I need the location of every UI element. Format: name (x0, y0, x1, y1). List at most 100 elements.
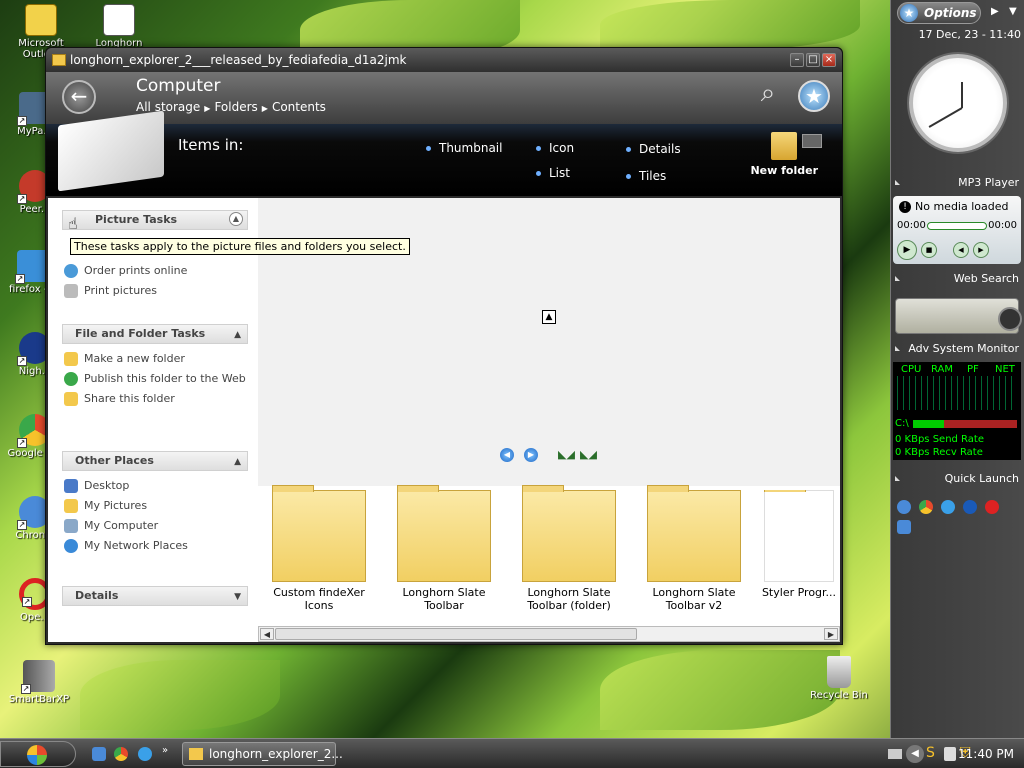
task-order-prints[interactable]: Order prints online (62, 264, 248, 278)
place-my-pictures[interactable]: My Pictures (62, 499, 248, 513)
task-print-pictures[interactable]: Print pictures (62, 284, 248, 298)
publish-web-icon (64, 372, 78, 386)
mp3-seek-bar[interactable] (927, 222, 987, 230)
close-button[interactable]: × (822, 53, 836, 67)
back-button[interactable]: ← (62, 80, 96, 114)
more-icon[interactable]: » (162, 745, 168, 756)
breadcrumb-folders[interactable]: Folders (214, 100, 257, 114)
magnifier-icon[interactable] (998, 307, 1022, 331)
quicklaunch-chrome-icon[interactable] (919, 500, 933, 514)
view-details[interactable]: Details (626, 142, 681, 156)
start-button[interactable] (0, 741, 76, 767)
mp3-player-title[interactable]: MP3 Player (891, 176, 1024, 192)
info-icon: ! (899, 201, 911, 213)
quicklaunch-misc-icon[interactable] (897, 520, 911, 534)
sidebar: ★ Options ▶ ▼ 17 Dec, 23 - 11:40 MP3 Pla… (890, 0, 1024, 738)
new-folder-icon (771, 132, 798, 160)
breadcrumb-contents[interactable]: Contents (272, 100, 326, 114)
mp3-status: No media loaded (915, 200, 1009, 213)
place-my-network[interactable]: My Network Places (62, 539, 248, 553)
collapse-icon[interactable]: ▲ (234, 453, 241, 471)
wallpaper-leaf (600, 0, 860, 50)
quicklaunch-opera-icon[interactable] (985, 500, 999, 514)
keyboard-icon[interactable] (888, 749, 902, 759)
quicklaunch-ie-taskbar-icon[interactable] (92, 747, 106, 761)
collapse-icon[interactable]: ▲ (229, 212, 243, 226)
sidebar-arrow-icon[interactable]: ▶ (991, 6, 999, 17)
quicklaunch-edge-taskbar-icon[interactable] (138, 747, 152, 761)
folder-icon (764, 490, 834, 582)
horizontal-scrollbar[interactable]: ◀ ▶ (258, 626, 840, 642)
previous-track-button[interactable]: ◀ (953, 242, 969, 258)
system-monitor-title[interactable]: Adv System Monitor (891, 342, 1024, 358)
stop-button[interactable]: ■ (921, 242, 937, 258)
sysmon-graph (897, 376, 1017, 410)
sidebar-menu-icon[interactable]: ▼ (1009, 6, 1017, 17)
breadcrumb-all-storage[interactable]: All storage (136, 100, 200, 114)
web-search-box[interactable] (895, 298, 1022, 334)
scroll-right-button[interactable]: ▶ (824, 628, 838, 640)
minute-hand (928, 107, 963, 128)
quicklaunch-ie-icon[interactable] (897, 500, 911, 514)
options-button[interactable]: ★ Options (897, 2, 981, 24)
tray-clock[interactable]: 11:40 PM (958, 747, 1014, 761)
other-places-header[interactable]: Other Places ▲ (62, 451, 248, 471)
play-button[interactable]: ▶ (897, 240, 917, 260)
desktop-icon-longhorn[interactable]: Longhorn (84, 4, 154, 49)
hand-cursor-icon: ☝ (68, 214, 78, 233)
image-placeholder-icon: ▲ (542, 310, 556, 324)
sysmon-recv-rate: 0 KBps Recv Rate (895, 447, 983, 458)
place-my-computer[interactable]: My Computer (62, 519, 248, 533)
star-icon: ★ (900, 4, 918, 22)
quicklaunch-globe-icon[interactable] (963, 500, 977, 514)
view-icon[interactable]: Icon (536, 141, 574, 155)
mp3-player: ! No media loaded 00:00 00:00 ▶ ■ ◀ ▶ (893, 196, 1021, 264)
wallpaper-leaf (80, 660, 280, 730)
thumbnail-item[interactable]: Longhorn Slate Toolbar (folder) (510, 485, 628, 612)
taskbar-task-explorer[interactable]: longhorn_explorer_2... (182, 742, 343, 766)
minimize-button[interactable]: – (790, 53, 804, 67)
next-image-button[interactable]: ▶ (524, 448, 538, 462)
quicklaunch-ie2-icon[interactable] (941, 500, 955, 514)
sysmon-send-rate: 0 KBps Send Rate (895, 434, 984, 445)
task-make-new-folder[interactable]: Make a new folder (62, 352, 248, 366)
favorites-star-button[interactable]: ★ (798, 80, 830, 112)
other-places-panel: Other Places ▲ Desktop My Pictures My Co… (62, 451, 248, 553)
maximize-button[interactable]: □ (806, 53, 820, 67)
thumbnail-item[interactable]: Longhorn Slate Toolbar v2 (635, 485, 753, 612)
web-search-title[interactable]: Web Search (891, 272, 1024, 288)
next-track-button[interactable]: ▶ (973, 242, 989, 258)
pictures-folder-icon (64, 499, 78, 513)
quicklaunch-chrome-taskbar-icon[interactable] (114, 747, 128, 761)
place-desktop[interactable]: Desktop (62, 479, 248, 493)
desktop-icon-smartbarxp[interactable]: ↗ SmartBarXP (4, 660, 74, 705)
thumbnail-item[interactable]: Custom findeXer Icons (260, 485, 378, 612)
rotate-left-icon[interactable]: ◣◢ (558, 448, 575, 461)
tray-network-icon[interactable]: S (926, 745, 935, 761)
title-bar[interactable]: longhorn_explorer_2___released_by_fediaf… (46, 48, 842, 72)
outlook-icon (25, 4, 57, 36)
picture-tasks-header[interactable]: Picture Tasks ▲ (62, 210, 248, 230)
view-tiles[interactable]: Tiles (626, 169, 666, 183)
toolbar-toggle-button[interactable] (802, 134, 822, 148)
view-list[interactable]: List (536, 166, 570, 180)
quick-launch-title[interactable]: Quick Launch (891, 472, 1024, 488)
items-in-label: Items in: (178, 136, 244, 154)
previous-image-button[interactable]: ◀ (500, 448, 514, 462)
collapse-icon[interactable]: ▲ (234, 326, 241, 344)
details-header[interactable]: Details ▼ (62, 586, 248, 606)
thumbnail-item[interactable]: Styler Progr... (758, 490, 840, 599)
desktop-icon-recycle-bin[interactable]: Recycle Bin (804, 656, 874, 701)
view-thumbnail[interactable]: Thumbnail (426, 141, 502, 155)
scrollbar-thumb[interactable] (275, 628, 637, 640)
file-folder-tasks-header[interactable]: File and Folder Tasks ▲ (62, 324, 248, 344)
task-publish-folder[interactable]: Publish this folder to the Web (62, 372, 248, 386)
tray-volume-icon[interactable] (944, 747, 956, 761)
expand-icon[interactable]: ▼ (234, 588, 241, 606)
rotate-right-icon[interactable]: ◣◢ (580, 448, 597, 461)
search-icon[interactable]: ⌕ (752, 78, 784, 110)
thumbnail-item[interactable]: Longhorn Slate Toolbar (385, 485, 503, 612)
tray-expand-icon[interactable]: ◀ (906, 745, 924, 763)
scroll-left-button[interactable]: ◀ (260, 628, 274, 640)
task-share-folder[interactable]: Share this folder (62, 392, 248, 406)
